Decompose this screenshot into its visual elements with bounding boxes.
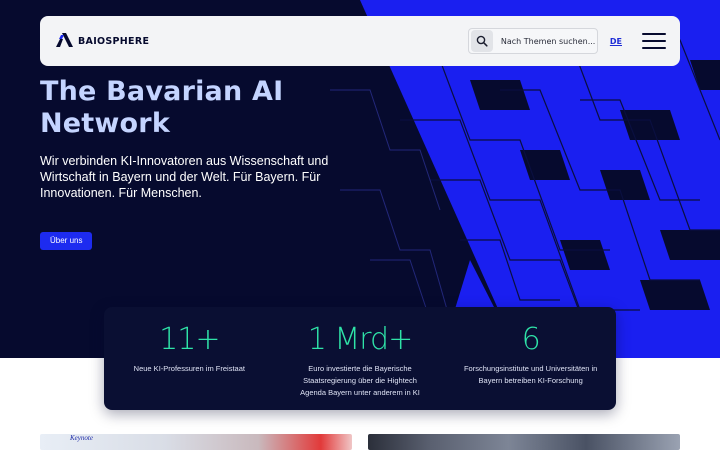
news-cards: Keynote <box>40 434 680 450</box>
hero-title: The Bavarian AI Network <box>40 76 284 139</box>
hero-description: Wir verbinden KI-Innovatoren aus Wissens… <box>40 154 329 200</box>
stat-value: 11+ <box>159 322 220 357</box>
logo-text: BAIOSPHERE <box>78 35 150 47</box>
search-input[interactable] <box>500 36 597 46</box>
search-button[interactable] <box>470 30 493 52</box>
stat-value: 1 Mrd+ <box>307 322 413 357</box>
search-box <box>467 28 598 54</box>
stat-label: Neue KI-Professuren im Freistaat <box>133 364 245 373</box>
stat-label: Euro investierte die Bayerische Staatsre… <box>300 364 420 397</box>
hamburger-menu-button[interactable] <box>642 32 666 50</box>
baiosphere-logo-icon <box>56 32 74 51</box>
top-navbar: BAIOSPHERE DE <box>40 16 680 66</box>
language-switch[interactable]: DE <box>610 37 622 46</box>
search-icon <box>476 32 488 51</box>
news-card-image[interactable] <box>368 434 680 450</box>
about-us-button[interactable]: Über uns <box>40 232 93 250</box>
logo[interactable]: BAIOSPHERE <box>56 32 149 51</box>
stat-value: 6 <box>521 322 541 357</box>
stat-item: 1 Mrd+ Euro investierte die Bayerische S… <box>275 323 446 410</box>
card-image-text: Keynote <box>70 434 93 442</box>
stat-label: Forschungsinstitute und Universitäten in… <box>463 364 598 385</box>
stats-panel: 11+ Neue KI-Professuren im Freistaat 1 M… <box>104 307 616 410</box>
hamburger-menu-icon <box>642 33 666 35</box>
stat-item: 6 Forschungsinstitute und Universitäten … <box>445 323 616 410</box>
navbar-actions: DE <box>467 28 666 54</box>
stat-item: 11+ Neue KI-Professuren im Freistaat <box>104 323 275 410</box>
news-card-image[interactable]: Keynote <box>40 434 352 450</box>
